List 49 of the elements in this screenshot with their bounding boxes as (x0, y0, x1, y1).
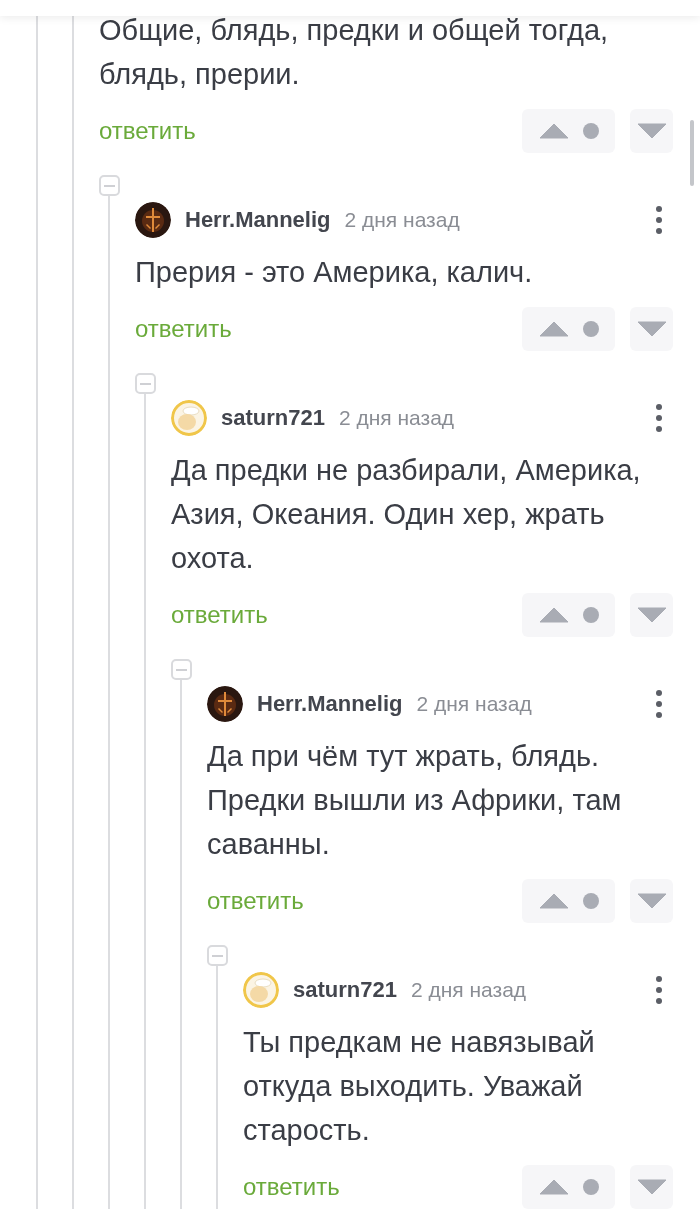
downvote-icon (636, 893, 667, 909)
upvote-icon[interactable] (538, 123, 569, 139)
more-icon[interactable] (656, 690, 662, 718)
downvote-icon (636, 321, 667, 337)
reply-link[interactable]: ответить (135, 315, 522, 343)
comment-time: 2 дня назад (416, 692, 533, 716)
comment-text: Да при чём тут жрать, блядь. Предки вышли из Африки, там саванны. (207, 739, 623, 862)
more-icon[interactable] (656, 206, 662, 234)
rating-dot-icon (582, 607, 599, 623)
username[interactable]: saturn721 (221, 405, 325, 431)
downvote-button[interactable] (630, 879, 673, 923)
downvote-button[interactable] (630, 109, 673, 153)
comment-time: 2 дня назад (410, 978, 528, 1002)
collapse-button[interactable] (207, 945, 228, 966)
username[interactable]: Herr.Mannelig (185, 207, 331, 233)
reply-link[interactable]: ответить (207, 887, 522, 915)
scrollbar[interactable] (690, 120, 694, 186)
more-icon[interactable] (656, 976, 662, 1004)
upvote-icon[interactable] (538, 893, 569, 909)
comment-text: Ты предкам не навязывай откуда выходить. Уважай старость. (243, 1025, 596, 1148)
reply-link[interactable]: ответить (99, 117, 522, 145)
upvote-icon[interactable] (538, 1179, 569, 1195)
collapse-button[interactable] (99, 175, 120, 196)
comment-text: Общие, блядь, предки и общей тогда, блядь, прерии. (99, 13, 610, 92)
reply-link[interactable]: ответить (243, 1173, 522, 1201)
downvote-button[interactable] (630, 593, 673, 637)
comment-time: 2 дня назад (344, 208, 461, 232)
avatar[interactable] (135, 202, 171, 238)
rating-dot-icon (582, 321, 599, 337)
collapse-button[interactable] (171, 659, 192, 680)
comment-text: Да предки не разбирали, Америка, Азия, Океания. Один хер, жрать охота. (171, 453, 642, 576)
avatar[interactable] (207, 686, 243, 722)
rating-dot-icon (582, 893, 599, 909)
downvote-icon (636, 123, 667, 139)
username[interactable]: saturn721 (293, 977, 397, 1003)
upvote-icon[interactable] (538, 321, 569, 337)
rating-dot-icon (582, 1179, 599, 1195)
downvote-icon (636, 607, 667, 623)
upvote-icon[interactable] (538, 607, 569, 623)
downvote-button[interactable] (630, 1165, 673, 1209)
comment-text: Прерия - это Америка, калич. (135, 255, 534, 290)
rating-dot-icon (582, 123, 599, 139)
more-icon[interactable] (656, 404, 662, 432)
downvote-icon (636, 1179, 667, 1195)
username[interactable]: Herr.Mannelig (257, 691, 403, 717)
downvote-button[interactable] (630, 307, 673, 351)
comment-time: 2 дня назад (338, 406, 456, 430)
reply-link[interactable]: ответить (171, 601, 522, 629)
collapse-button[interactable] (135, 373, 156, 394)
